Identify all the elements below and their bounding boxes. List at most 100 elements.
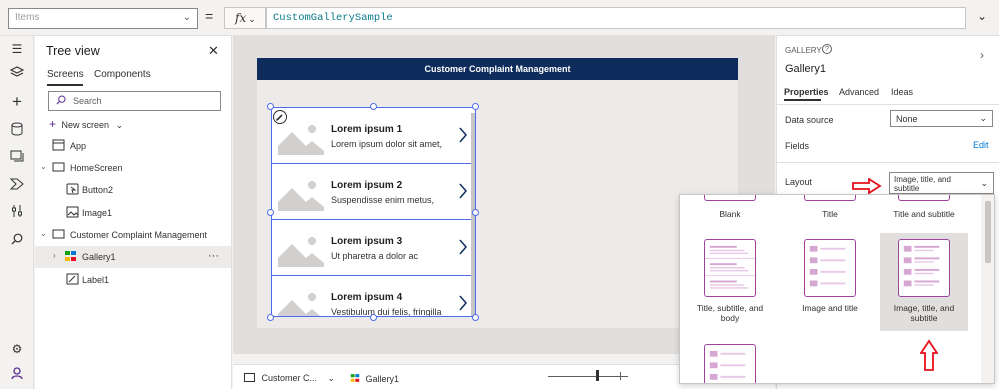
gallery-item[interactable]: Lorem ipsum 1 Lorem ipsum dolor sit amet…	[272, 108, 475, 164]
resize-handle[interactable]	[472, 209, 479, 216]
gallery-item[interactable]: Lorem ipsum 3 Ut pharetra a dolor ac	[272, 220, 475, 276]
layout-option-title[interactable]: Title	[786, 195, 874, 225]
tree-item-label1[interactable]: Label1	[35, 269, 231, 291]
tree-item-homescreen[interactable]: ⌄ HomeScreen	[35, 157, 231, 179]
power-automate-icon[interactable]	[8, 177, 26, 195]
resize-handle[interactable]	[472, 314, 479, 321]
chevron-down-icon: ⌄	[980, 178, 988, 188]
media-icon[interactable]	[8, 149, 26, 167]
hamburger-menu-icon[interactable]: ☰	[8, 40, 26, 58]
placeholder-image-icon	[278, 120, 324, 155]
control-name[interactable]: Gallery1	[785, 63, 826, 75]
placeholder-image-icon	[278, 176, 324, 211]
expand-formula-chevron-icon[interactable]: ⌄	[977, 9, 987, 23]
layout-option-more[interactable]	[686, 338, 774, 383]
fields-edit-link[interactable]: Edit	[973, 140, 989, 150]
formula-bar: Items ⌄ = fx ⌄ CustomGallerySample ⌄	[0, 0, 999, 36]
layout-dropdown[interactable]: Image, title, and subtitle ⌄	[889, 172, 994, 194]
equals-sign: =	[205, 8, 214, 24]
tree-item-button2[interactable]: Button2	[35, 179, 231, 201]
tab-ideas[interactable]: Ideas	[891, 87, 913, 97]
item-subtitle: Ut pharetra a dolor ac	[331, 251, 419, 261]
tree-search-input[interactable]: Search	[48, 91, 221, 111]
zoom-slider-track[interactable]	[548, 376, 628, 377]
layout-option-title-subtitle[interactable]: Title and subtitle	[880, 195, 968, 225]
property-dropdown[interactable]: Items ⌄	[8, 8, 198, 29]
header-label[interactable]: Customer Complaint Management	[257, 58, 738, 80]
search-icon[interactable]	[8, 232, 26, 250]
chevron-right-icon[interactable]: ›	[980, 48, 984, 62]
chevron-right-icon[interactable]	[458, 238, 468, 256]
control-crumb[interactable]: Gallery1	[350, 373, 399, 384]
resize-handle[interactable]	[472, 103, 479, 110]
placeholder-image-icon	[278, 232, 324, 267]
data-source-dropdown[interactable]: None ⌄	[890, 110, 993, 127]
data-cylinder-icon[interactable]	[8, 122, 26, 140]
layout-option-image-title[interactable]: Image and title	[786, 233, 874, 331]
data-source-label: Data source	[785, 115, 834, 125]
chevron-right-icon[interactable]	[458, 182, 468, 200]
layout-option-image-title-subtitle[interactable]: Image, title, and subtitle	[880, 233, 968, 331]
new-screen-label: New screen	[61, 120, 110, 130]
tree-item-image1[interactable]: Image1	[35, 202, 231, 224]
help-icon[interactable]: ?	[822, 44, 832, 54]
tree-view-layers-icon[interactable]	[8, 66, 26, 84]
chevron-down-icon[interactable]: ⌄	[40, 162, 47, 171]
resize-handle[interactable]	[267, 314, 274, 321]
chevron-down-icon: ⌄	[327, 373, 336, 383]
chevron-right-icon[interactable]	[458, 294, 468, 312]
layout-value-line1: Image, title, and	[894, 175, 951, 184]
item-subtitle: Lorem ipsum dolor sit amet,	[331, 139, 443, 149]
tree-item-label: Button2	[82, 185, 114, 195]
tree-item-customer-complaint-screen[interactable]: ⌄ Customer Complaint Management	[35, 224, 231, 246]
advanced-tools-icon[interactable]	[8, 204, 26, 222]
resize-handle[interactable]	[267, 103, 274, 110]
active-tab-indicator	[784, 99, 821, 101]
resize-handle[interactable]	[370, 314, 377, 321]
tree-item-label: App	[70, 141, 87, 151]
item-title: Lorem ipsum 1	[331, 124, 403, 135]
tab-components[interactable]: Components	[94, 69, 151, 80]
active-tab-indicator	[47, 84, 83, 86]
gallery-item[interactable]: Lorem ipsum 2 Suspendisse enim metus,	[272, 164, 475, 220]
layout-option-title-subtitle-body[interactable]: Title, subtitle, and body	[686, 233, 774, 331]
annotation-arrow-up-icon	[920, 339, 938, 371]
resize-handle[interactable]	[370, 103, 377, 110]
virtual-agent-icon[interactable]	[8, 366, 26, 384]
close-icon[interactable]: ✕	[208, 43, 219, 59]
gallery1[interactable]: Lorem ipsum 1 Lorem ipsum dolor sit amet…	[271, 107, 476, 317]
screen-crumb[interactable]: Customer C... ⌄	[244, 373, 335, 384]
image-icon	[66, 206, 79, 218]
more-options-icon[interactable]: ···	[208, 250, 219, 262]
layout-option-label-line2: subtitle	[910, 313, 938, 323]
tree-item-label: Image1	[82, 208, 113, 218]
tab-advanced[interactable]: Advanced	[839, 87, 879, 97]
tab-screens[interactable]: Screens	[47, 69, 84, 80]
function-button[interactable]: fx ⌄	[224, 7, 266, 29]
tree-view-title: Tree view	[46, 44, 100, 58]
gallery-item[interactable]: Lorem ipsum 4 Vestibulum dui felis, frin…	[272, 276, 475, 316]
insert-plus-icon[interactable]: +	[8, 93, 26, 111]
new-screen-button[interactable]: + New screen ⌄	[49, 117, 123, 131]
edit-pencil-icon[interactable]	[273, 110, 287, 124]
zoom-slider-thumb[interactable]	[596, 370, 599, 381]
settings-gear-icon[interactable]: ⚙	[8, 340, 26, 358]
layout-option-label: Image and title	[802, 303, 858, 313]
tree-view-panel: Tree view ✕ Screens Components Search + …	[35, 36, 232, 389]
layout-option-blank[interactable]: Blank	[686, 195, 774, 225]
search-placeholder: Search	[73, 96, 102, 106]
resize-handle[interactable]	[267, 209, 274, 216]
tree-item-app[interactable]: App	[35, 135, 231, 157]
app-icon	[52, 139, 65, 151]
flyout-scrollbar-thumb[interactable]	[985, 201, 991, 263]
chevron-right-icon[interactable]: ›	[53, 251, 56, 260]
property-dropdown-value: Items	[15, 12, 40, 23]
chevron-right-icon[interactable]	[458, 126, 468, 144]
formula-input[interactable]: CustomGallerySample	[266, 7, 966, 29]
tab-properties[interactable]: Properties	[784, 87, 829, 97]
fx-label: fx	[235, 11, 247, 25]
tree-item-gallery1[interactable]: › Gallery1 ···	[35, 246, 231, 268]
layout-thumbnail	[898, 239, 950, 297]
chevron-down-icon[interactable]: ⌄	[40, 229, 47, 238]
plus-icon: +	[49, 117, 57, 131]
